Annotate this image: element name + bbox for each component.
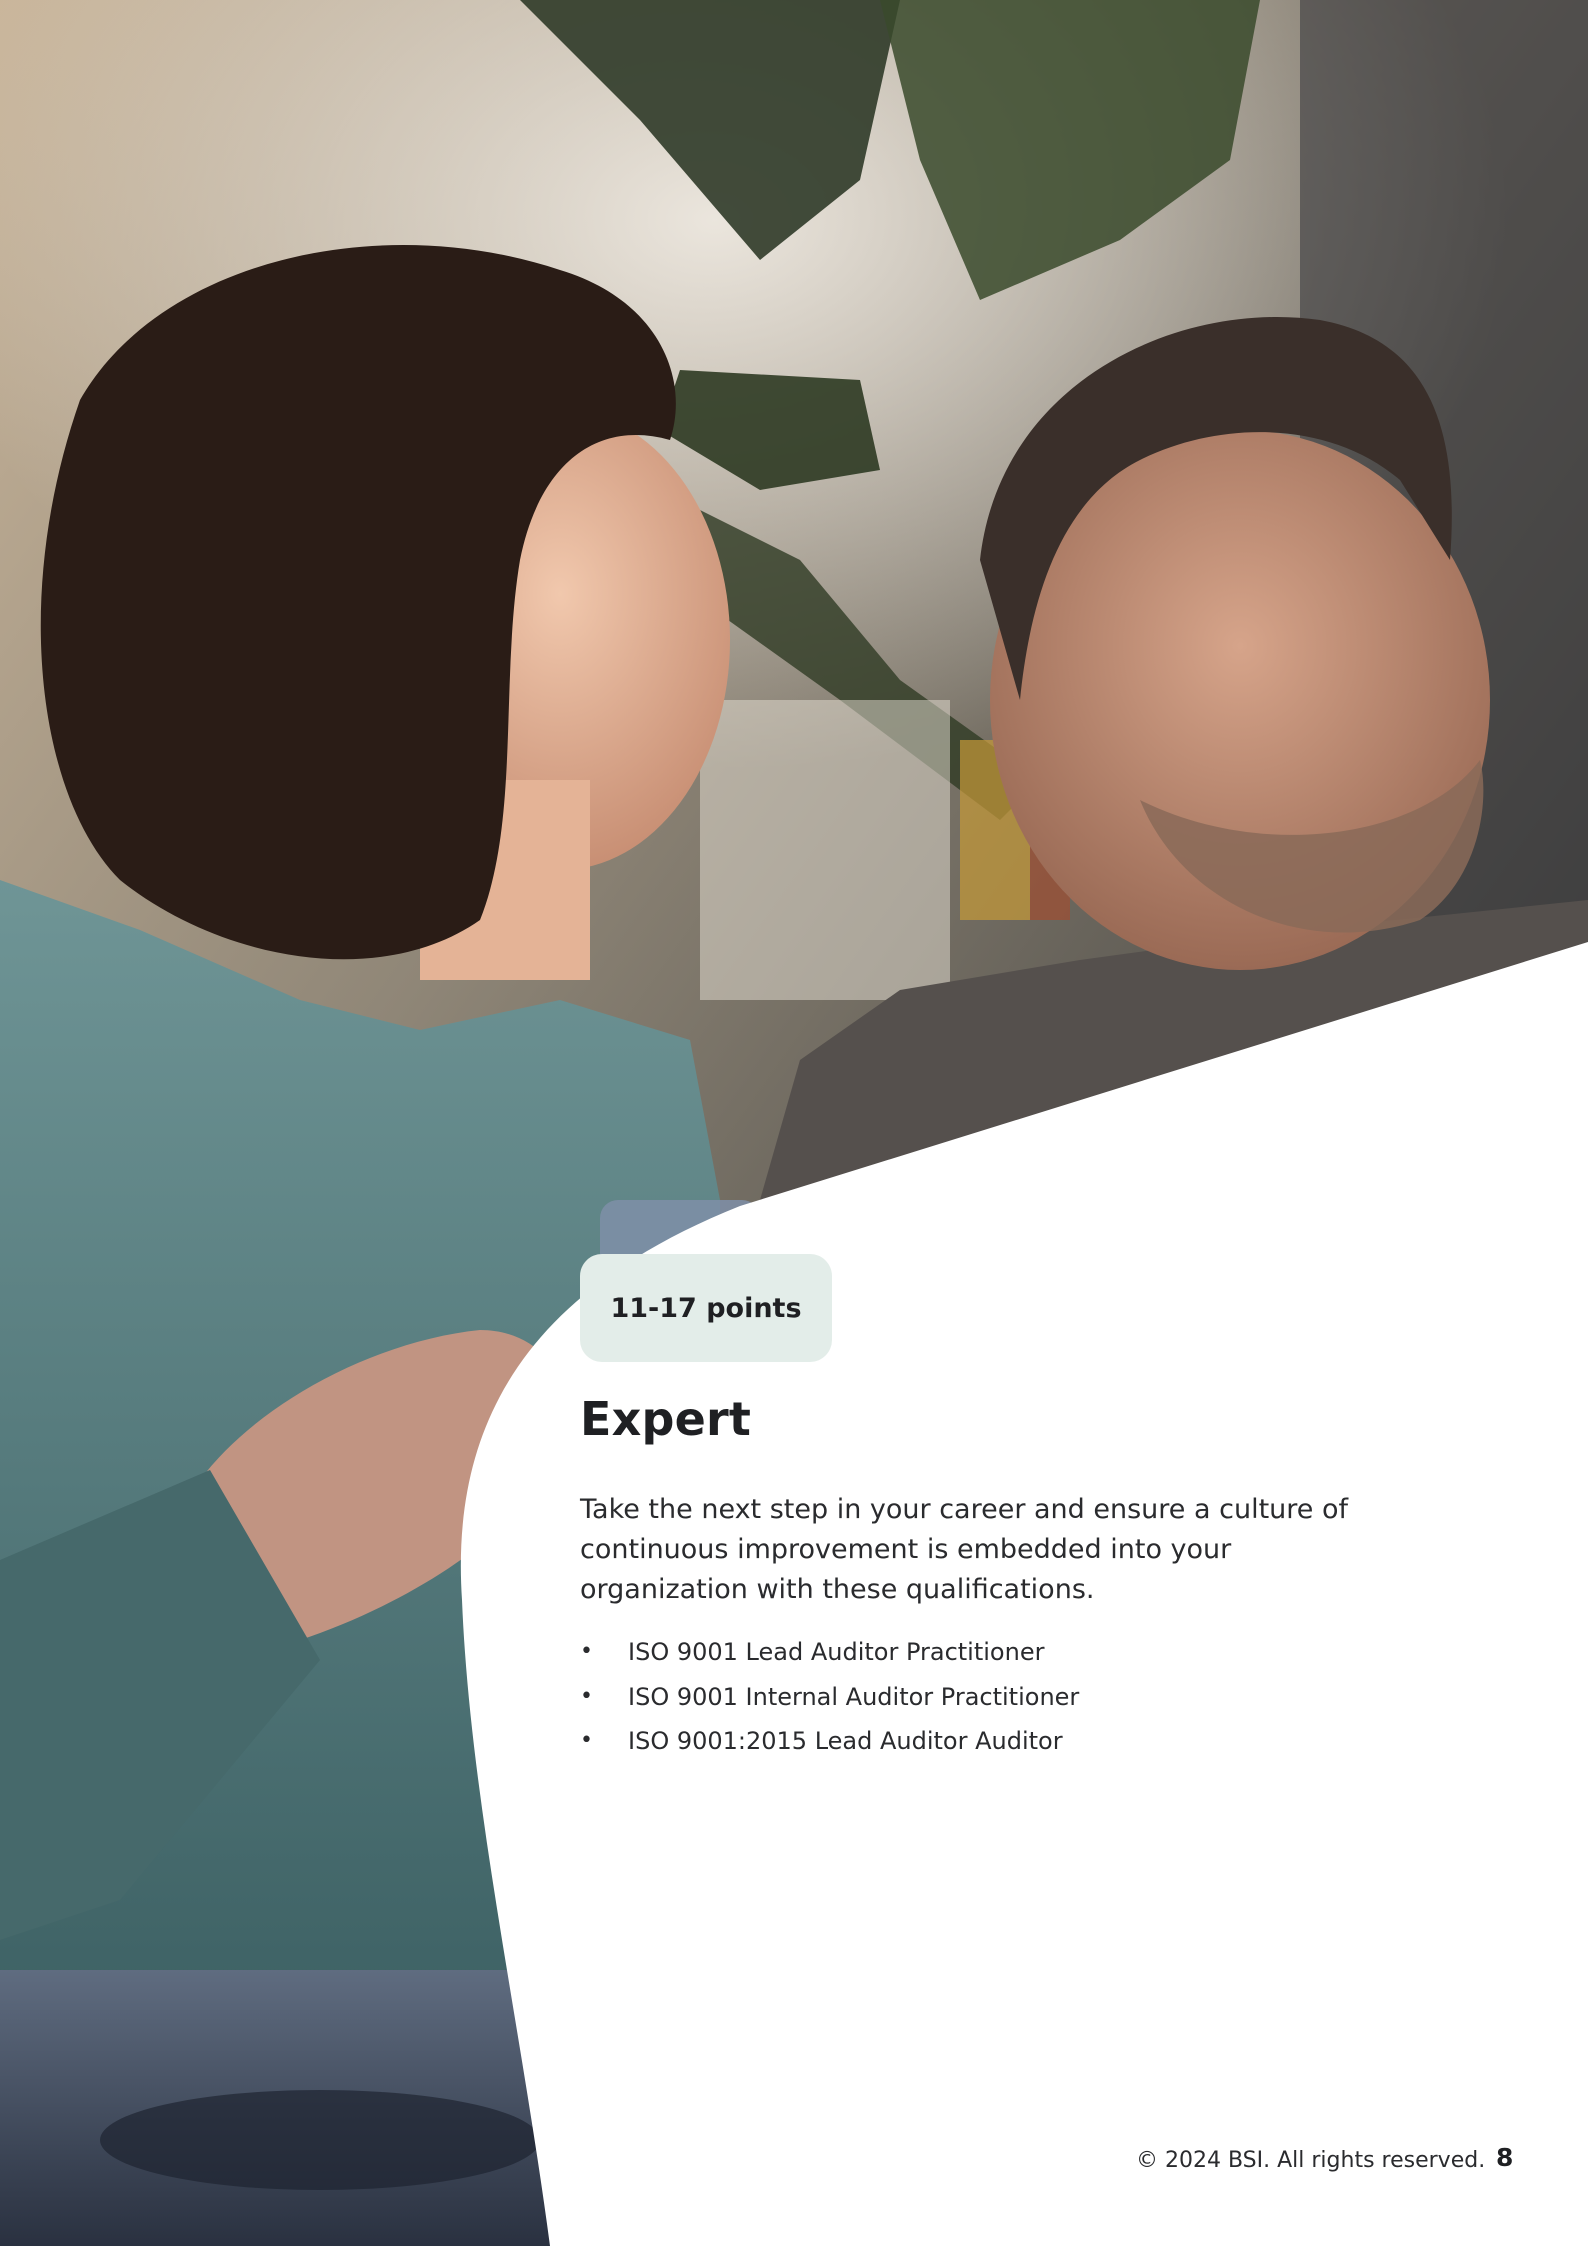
qualification-name: ISO 9001 Internal Auditor Practitioner [628,1682,1080,1711]
level-title: Expert [580,1392,752,1446]
bullet-icon: • [580,1683,593,1709]
list-item: • ISO 9001 Internal Auditor Practitioner [580,1675,1079,1720]
points-badge-label: 11-17 points [610,1292,802,1324]
bullet-icon: • [580,1728,593,1753]
level-description: Take the next step in your career and en… [580,1494,1348,1605]
qualification-name: ISO 9001 Lead Auditor Practitioner [628,1638,1045,1666]
list-item: • ISO 9001 Lead Auditor Practitioner [580,1630,1079,1675]
page-number: 8 [1496,2143,1514,2172]
content-panel-shape [460,942,1588,2246]
qualifications-list: • ISO 9001 Lead Auditor Practitioner • I… [580,1630,1079,1764]
list-item: • ISO 9001:2015 Lead Auditor Auditor [580,1719,1079,1764]
qualification-name: ISO 9001:2015 Lead Auditor Auditor [628,1727,1063,1755]
points-badge: 11-17 points [580,1254,832,1362]
bullet-icon: • [580,1639,593,1664]
copyright-notice: © 2024 BSI. All rights reserved. [1136,2148,1486,2173]
